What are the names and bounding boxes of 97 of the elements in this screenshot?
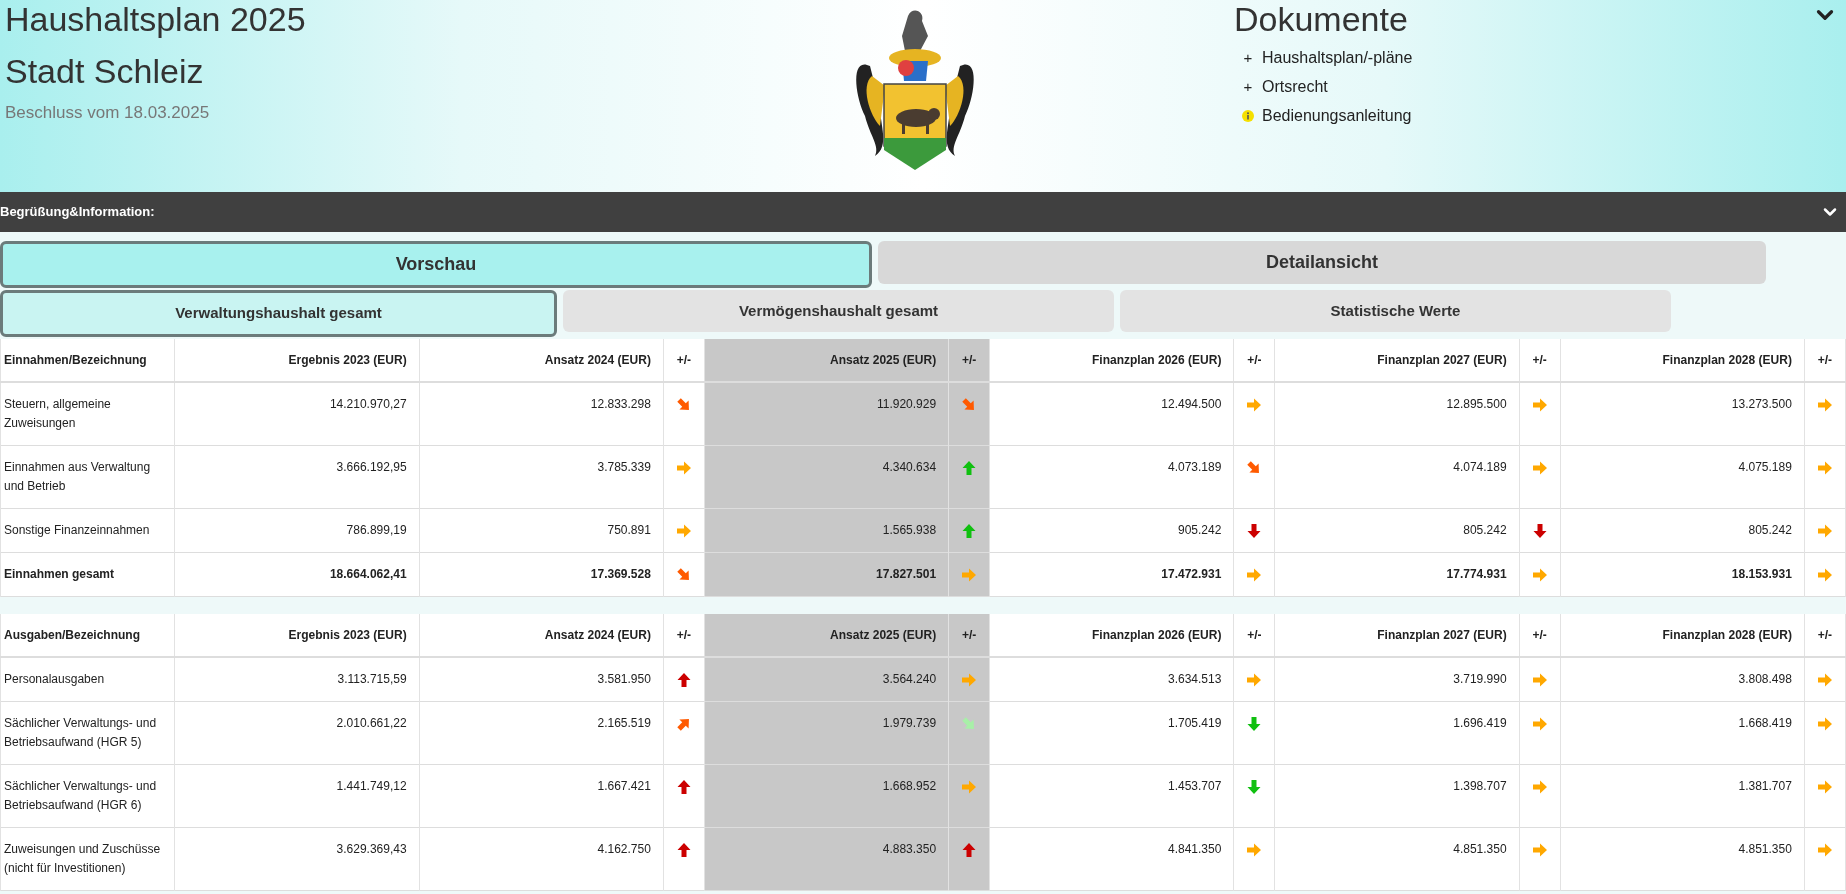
- column-header: +/-: [1233, 614, 1275, 657]
- amount-cell: 1.398.707: [1274, 764, 1520, 828]
- amount-cell: 3.634.513: [989, 657, 1234, 702]
- plus-sign[interactable]: +: [1242, 46, 1254, 70]
- amount-cell: 13.273.500: [1560, 382, 1805, 446]
- column-header: +/-: [1519, 614, 1561, 657]
- column-header: +/-: [1804, 339, 1846, 382]
- amount-cell: 4.883.350: [704, 827, 949, 891]
- row-label: Steuern, allgemeine Zuweisungen: [0, 382, 175, 446]
- resolution-date: Beschluss vom 18.03.2025: [5, 102, 210, 124]
- amount-cell: 18.664.062,41: [174, 552, 420, 597]
- column-header: Finanzplan 2026 (EUR): [989, 339, 1234, 382]
- amount-cell: 3.629.369,43: [174, 827, 420, 891]
- column-header: +/-: [1519, 339, 1561, 382]
- section-tab[interactable]: Vermögenshaushalt gesamt: [563, 290, 1114, 332]
- amount-cell: 17.774.931: [1274, 552, 1520, 597]
- amount-cell: 1.441.749,12: [174, 764, 420, 828]
- info-icon: [1242, 110, 1254, 122]
- amount-cell: 17.827.501: [704, 552, 949, 597]
- row-label: Sächlicher Verwaltungs- und Betriebsaufwand (HGR 6): [0, 764, 175, 828]
- column-header: Finanzplan 2028 (EUR): [1560, 614, 1805, 657]
- column-header: Finanzplan 2028 (EUR): [1560, 339, 1805, 382]
- amount-cell: 1.705.419: [989, 701, 1234, 765]
- column-header: +/-: [948, 339, 990, 382]
- documents-heading: Dokumente: [1234, 0, 1408, 38]
- row-label: Einnahmen gesamt: [0, 552, 175, 597]
- info-bar-label: Begrüßung&Information:: [0, 203, 155, 222]
- column-header: +/-: [948, 614, 990, 657]
- row-label: Sächlicher Verwaltungs- und Betriebsaufwand (HGR 5): [0, 701, 175, 765]
- row-label: Sonstige Finanzeinnahmen: [0, 508, 175, 553]
- amount-cell: 1.668.952: [704, 764, 949, 828]
- amount-cell: 2.010.661,22: [174, 701, 420, 765]
- plus-sign[interactable]: +: [1242, 75, 1254, 99]
- section-tab[interactable]: Statistische Werte: [1120, 290, 1671, 332]
- amount-cell: 4.841.350: [989, 827, 1234, 891]
- amount-cell: 3.808.498: [1560, 657, 1805, 702]
- column-header: Ansatz 2024 (EUR): [419, 614, 664, 657]
- amount-cell: 18.153.931: [1560, 552, 1805, 597]
- amount-cell: 1.667.421: [419, 764, 664, 828]
- amount-cell: 4.075.189: [1560, 445, 1805, 509]
- amount-cell: 3.113.715,59: [174, 657, 420, 702]
- column-header: +/-: [663, 614, 705, 657]
- amount-cell: 805.242: [1560, 508, 1805, 553]
- amount-cell: 3.564.240: [704, 657, 949, 702]
- amount-cell: 3.581.950: [419, 657, 664, 702]
- amount-cell: 805.242: [1274, 508, 1520, 553]
- amount-cell: 4.851.350: [1560, 827, 1805, 891]
- column-header: +/-: [1804, 614, 1846, 657]
- amount-cell: 11.920.929: [704, 382, 949, 446]
- document-link[interactable]: Bedienungsanleitung: [1262, 104, 1412, 128]
- document-link[interactable]: Ortsrecht: [1262, 75, 1328, 99]
- view-tab[interactable]: Detailansicht: [878, 241, 1766, 284]
- amount-cell: 4.162.750: [419, 827, 664, 891]
- amount-cell: 786.899,19: [174, 508, 420, 553]
- row-label: Personalausgaben: [0, 657, 175, 702]
- city-name: Stadt Schleiz: [5, 52, 204, 90]
- amount-cell: 4.340.634: [704, 445, 949, 509]
- amount-cell: 17.472.931: [989, 552, 1234, 597]
- column-header: Ergebnis 2023 (EUR): [174, 614, 420, 657]
- amount-cell: 12.494.500: [989, 382, 1234, 446]
- amount-cell: 4.074.189: [1274, 445, 1520, 509]
- column-header: Finanzplan 2027 (EUR): [1274, 614, 1520, 657]
- amount-cell: 4.073.189: [989, 445, 1234, 509]
- document-link[interactable]: Haushaltsplan/-pläne: [1262, 46, 1413, 70]
- amount-cell: 3.719.990: [1274, 657, 1520, 702]
- amount-cell: 4.851.350: [1274, 827, 1520, 891]
- view-tab[interactable]: Vorschau: [0, 241, 872, 288]
- page-title: Haushaltsplan 2025: [5, 0, 306, 38]
- amount-cell: 2.165.519: [419, 701, 664, 765]
- amount-cell: 3.785.339: [419, 445, 664, 509]
- column-header: +/-: [1233, 339, 1275, 382]
- column-header: Ansatz 2024 (EUR): [419, 339, 664, 382]
- amount-cell: 1.979.739: [704, 701, 949, 765]
- column-header: +/-: [663, 339, 705, 382]
- section-tab[interactable]: Verwaltungshaushalt gesamt: [0, 290, 557, 337]
- row-label: Einnahmen aus Verwaltung und Betrieb: [0, 445, 175, 509]
- amount-cell: 3.666.192,95: [174, 445, 420, 509]
- amount-cell: 12.833.298: [419, 382, 664, 446]
- column-header: Ansatz 2025 (EUR): [704, 339, 949, 382]
- amount-cell: 1.565.938: [704, 508, 949, 553]
- column-header: Ausgaben/Bezeichnung: [0, 614, 175, 657]
- amount-cell: 17.369.528: [419, 552, 664, 597]
- amount-cell: 1.668.419: [1560, 701, 1805, 765]
- column-header: Finanzplan 2026 (EUR): [989, 614, 1234, 657]
- amount-cell: 905.242: [989, 508, 1234, 553]
- column-header: Ergebnis 2023 (EUR): [174, 339, 420, 382]
- amount-cell: 1.381.707: [1560, 764, 1805, 828]
- amount-cell: 1.453.707: [989, 764, 1234, 828]
- column-header: Ansatz 2025 (EUR): [704, 614, 949, 657]
- amount-cell: 14.210.970,27: [174, 382, 420, 446]
- row-label: Zuweisungen und Zuschüsse (nicht für Investitionen): [0, 827, 175, 891]
- amount-cell: 1.696.419: [1274, 701, 1520, 765]
- amount-cell: 12.895.500: [1274, 382, 1520, 446]
- amount-cell: 750.891: [419, 508, 664, 553]
- column-header: Einnahmen/Bezeichnung: [0, 339, 175, 382]
- column-header: Finanzplan 2027 (EUR): [1274, 339, 1520, 382]
- info-bar[interactable]: Begrüßung&Information:: [0, 192, 1846, 232]
